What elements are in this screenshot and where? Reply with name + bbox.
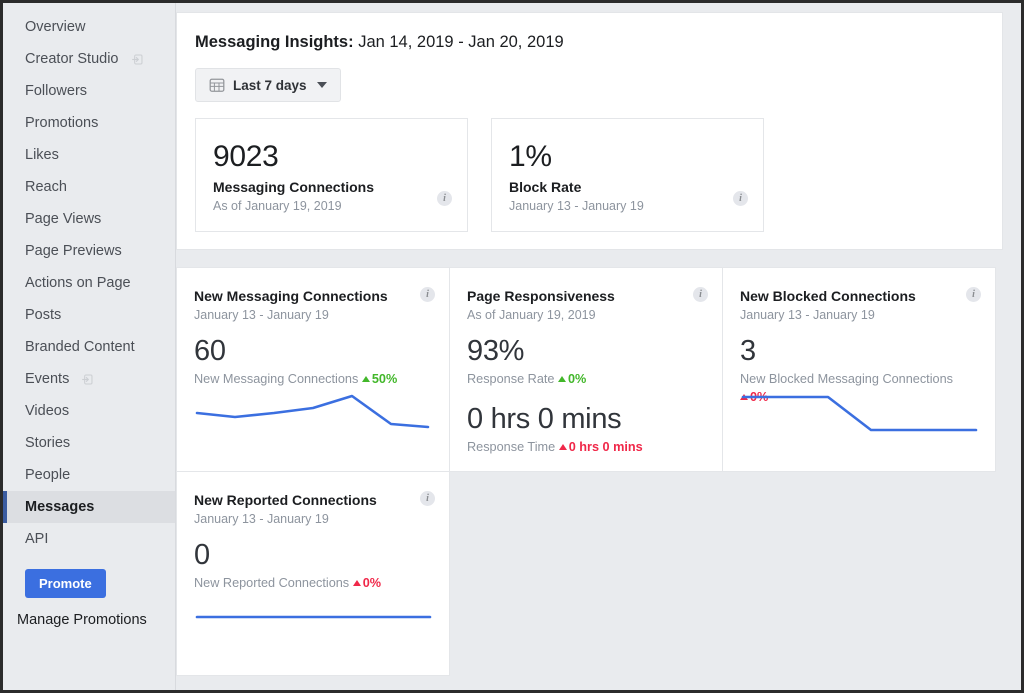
triangle-up-icon (558, 376, 566, 382)
external-link-icon (131, 53, 144, 66)
sidebar-item-promotions[interactable]: Promotions (3, 107, 175, 139)
sidebar-item-reach[interactable]: Reach (3, 171, 175, 203)
card-date-range: January 13 - January 19 (740, 308, 979, 322)
summary-stats-row: 9023 Messaging Connections As of January… (195, 118, 984, 232)
sidebar-item-label: People (25, 467, 70, 483)
sidebar-item-label: Posts (25, 307, 61, 323)
sidebar-item-people[interactable]: People (3, 459, 175, 491)
screenshot-frame: Overview Creator Studio Followers Promot… (0, 0, 1024, 693)
stat-card-block-rate: 1% Block Rate January 13 - January 19 i (491, 118, 764, 232)
sidebar-item-label: Events (25, 371, 69, 387)
sidebar-item-actions-on-page[interactable]: Actions on Page (3, 267, 175, 299)
sidebar-item-label: Likes (25, 147, 59, 163)
sidebar-item-creator-studio[interactable]: Creator Studio (3, 43, 175, 75)
stat-label: Block Rate (509, 179, 747, 195)
card-title: New Blocked Connections (740, 288, 979, 304)
sidebar-item-page-previews[interactable]: Page Previews (3, 235, 175, 267)
stat-value: 9023 (213, 141, 451, 173)
card-value-secondary: 0 hrs 0 mins (467, 404, 706, 435)
sidebar-item-label: Reach (25, 179, 67, 195)
card-value: 3 (740, 336, 979, 367)
card-metric-line: Response Rate 0% (467, 370, 706, 388)
triangle-up-icon (559, 444, 567, 450)
card-date-range: January 13 - January 19 (194, 512, 433, 526)
card-new-blocked-connections: New Blocked Connections January 13 - Jan… (722, 267, 996, 472)
sidebar-item-label: Messages (25, 499, 94, 515)
sidebar-item-label: API (25, 531, 48, 547)
triangle-up-icon (362, 376, 370, 382)
page-title: Messaging Insights: Jan 14, 2019 - Jan 2… (195, 33, 984, 52)
card-value: 93% (467, 336, 706, 367)
sidebar-item-label: Videos (25, 403, 69, 419)
sidebar-item-branded-content[interactable]: Branded Content (3, 331, 175, 363)
sidebar-item-label: Stories (25, 435, 70, 451)
date-range-label: Last 7 days (233, 78, 307, 93)
card-delta-value: 0% (568, 372, 586, 386)
metric-card-grid: New Messaging Connections January 13 - J… (176, 267, 1000, 675)
sidebar-item-stories[interactable]: Stories (3, 427, 175, 459)
promote-button[interactable]: Promote (25, 569, 106, 598)
manage-promotions-link[interactable]: Manage Promotions (3, 598, 175, 628)
card-metric-label: Response Rate (467, 372, 554, 386)
sidebar-item-followers[interactable]: Followers (3, 75, 175, 107)
card-delta-up: 0% (558, 372, 586, 386)
external-link-icon (81, 373, 94, 386)
sparkline-new-blocked-connections (740, 383, 976, 435)
card-title: Page Responsiveness (467, 288, 706, 304)
card-value: 60 (194, 336, 433, 367)
sidebar-item-label: Followers (25, 83, 87, 99)
info-icon[interactable]: i (693, 287, 708, 302)
page-title-strong: Messaging Insights: (195, 33, 354, 51)
card-metric-line-secondary: Response Time 0 hrs 0 mins (467, 438, 706, 456)
stat-value: 1% (509, 141, 747, 173)
sidebar-item-label: Branded Content (25, 339, 135, 355)
sidebar-item-label: Creator Studio (25, 51, 119, 67)
stat-sublabel: January 13 - January 19 (509, 199, 747, 213)
stat-label: Messaging Connections (213, 179, 451, 195)
sidebar-item-events[interactable]: Events (3, 363, 175, 395)
messaging-insights-panel: Messaging Insights: Jan 14, 2019 - Jan 2… (176, 12, 1003, 250)
chevron-down-icon (317, 82, 327, 88)
main-content: Messaging Insights: Jan 14, 2019 - Jan 2… (176, 3, 1021, 690)
info-icon[interactable]: i (733, 191, 748, 206)
card-date-range: January 13 - January 19 (194, 308, 433, 322)
stat-sublabel: As of January 19, 2019 (213, 199, 451, 213)
card-value: 0 (194, 540, 433, 571)
card-title: New Messaging Connections (194, 288, 433, 304)
sidebar-item-label: Promotions (25, 115, 98, 131)
sparkline-new-messaging-connections (194, 383, 430, 435)
triangle-up-icon (353, 580, 361, 586)
sidebar-item-posts[interactable]: Posts (3, 299, 175, 331)
card-date-range: As of January 19, 2019 (467, 308, 706, 322)
card-new-reported-connections: New Reported Connections January 13 - Ja… (176, 471, 450, 676)
card-page-responsiveness: Page Responsiveness As of January 19, 20… (449, 267, 723, 472)
sidebar-item-overview[interactable]: Overview (3, 11, 175, 43)
promote-section: Promote (3, 555, 175, 598)
card-delta-value-secondary: 0 hrs 0 mins (569, 440, 643, 454)
sidebar-item-page-views[interactable]: Page Views (3, 203, 175, 235)
card-delta-down: 0 hrs 0 mins (559, 440, 643, 454)
sidebar-item-label: Actions on Page (25, 275, 131, 291)
card-new-messaging-connections: New Messaging Connections January 13 - J… (176, 267, 450, 472)
sidebar-item-label: Page Previews (25, 243, 122, 259)
info-icon[interactable]: i (437, 191, 452, 206)
info-icon[interactable]: i (420, 491, 435, 506)
sidebar-item-videos[interactable]: Videos (3, 395, 175, 427)
page-title-range: Jan 14, 2019 - Jan 20, 2019 (354, 33, 564, 51)
sidebar-item-likes[interactable]: Likes (3, 139, 175, 171)
calendar-icon (209, 77, 225, 93)
stat-card-messaging-connections: 9023 Messaging Connections As of January… (195, 118, 468, 232)
sidebar-item-label: Page Views (25, 211, 101, 227)
sidebar-item-api[interactable]: API (3, 523, 175, 555)
sidebar-item-messages[interactable]: Messages (3, 491, 175, 523)
sidebar-nav: Overview Creator Studio Followers Promot… (3, 3, 176, 690)
date-range-picker[interactable]: Last 7 days (195, 68, 341, 102)
sidebar-item-label: Overview (25, 19, 85, 35)
sparkline-new-reported-connections (194, 587, 430, 639)
info-icon[interactable]: i (966, 287, 981, 302)
card-metric-label-secondary: Response Time (467, 440, 555, 454)
insights-page: Overview Creator Studio Followers Promot… (3, 3, 1021, 690)
card-title: New Reported Connections (194, 492, 433, 508)
info-icon[interactable]: i (420, 287, 435, 302)
